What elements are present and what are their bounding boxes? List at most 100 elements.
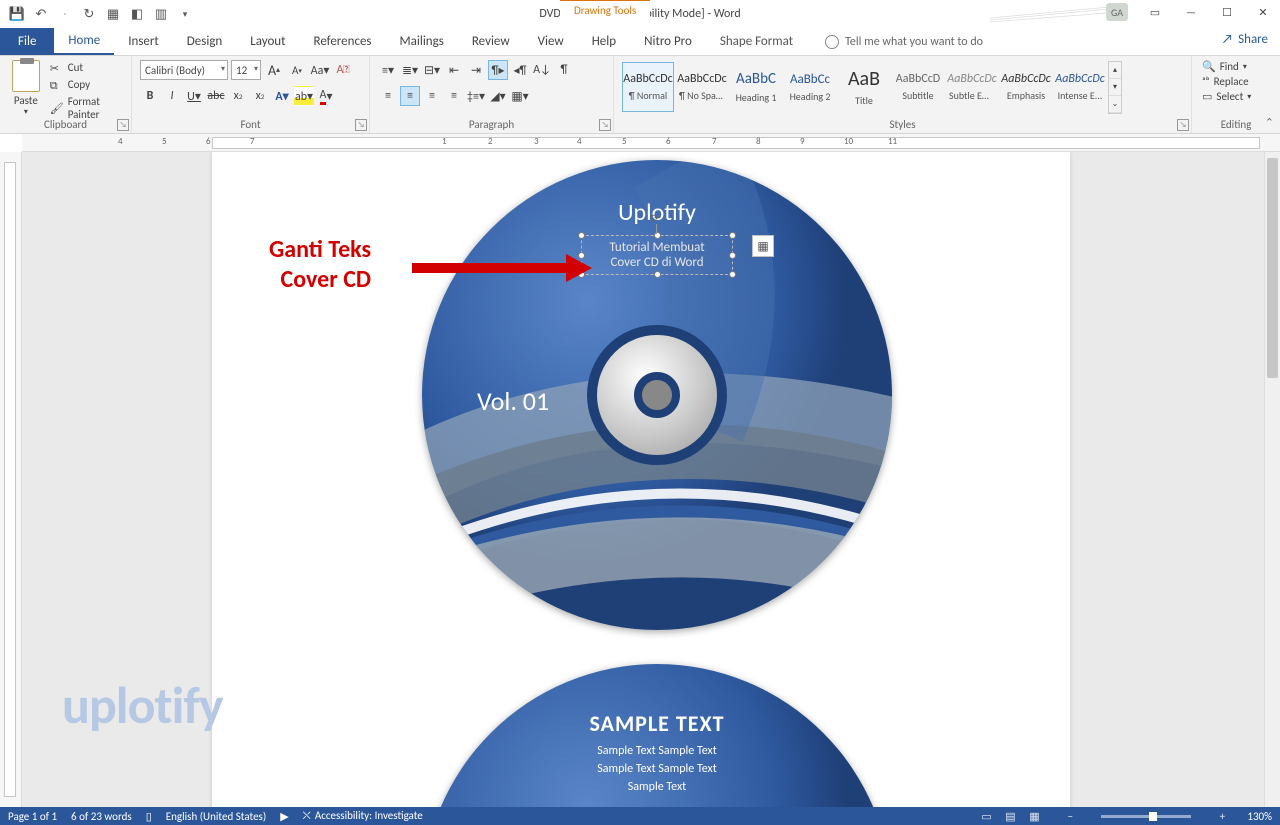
ribbon-display-icon[interactable]: ▭ <box>1138 0 1172 24</box>
underline-button[interactable]: U▾ <box>184 86 204 106</box>
style-normal[interactable]: AaBbCcDc¶ Normal <box>622 62 674 112</box>
paragraph-dialog-launcher[interactable]: ↘ <box>599 119 611 131</box>
selected-textbox[interactable]: Tutorial Membuat Cover CD di Word <box>581 235 733 275</box>
tab-references[interactable]: References <box>300 28 386 55</box>
highlight-button[interactable]: ab▾ <box>294 86 314 106</box>
status-proofing-icon[interactable]: ▯ <box>146 810 152 823</box>
numbering-button[interactable]: ≣▾ <box>400 60 420 80</box>
font-size-combo[interactable]: 12▾ <box>231 60 261 80</box>
style-subtitle[interactable]: AaBbCcDSubtitle <box>892 62 944 112</box>
align-left-button[interactable]: ≡ <box>378 86 398 106</box>
align-right-button[interactable]: ≡ <box>422 86 442 106</box>
maximize-button[interactable]: ☐ <box>1210 0 1244 24</box>
layout-options-button[interactable]: ▦ <box>752 235 774 257</box>
styles-scroll-down[interactable]: ▾ <box>1109 79 1121 96</box>
horizontal-ruler[interactable]: 45671234567891011 <box>22 134 1280 152</box>
tab-layout[interactable]: Layout <box>236 28 299 55</box>
clear-formatting-button[interactable]: A⃠ <box>333 60 353 80</box>
cut-button[interactable]: ✂Cut <box>48 60 123 75</box>
justify-button[interactable]: ≡ <box>444 86 464 106</box>
read-mode-button[interactable]: ▭ <box>975 809 997 823</box>
paste-button[interactable]: Paste ▾ <box>8 60 44 122</box>
resize-handle-bc[interactable] <box>654 271 661 278</box>
cd2-sample-lines[interactable]: Sample Text Sample Text Sample Text Samp… <box>597 742 717 796</box>
style-heading-1[interactable]: AaBbCHeading 1 <box>730 62 782 112</box>
cd2-title-text[interactable]: SAMPLE TEXT <box>589 710 724 737</box>
status-macro-icon[interactable]: ▶ <box>280 810 288 823</box>
document-area[interactable]: Uplotify Vol. 01 Tutorial Membuat Cover … <box>22 152 1264 807</box>
qat-item-2[interactable]: ◧ <box>126 3 148 25</box>
status-language[interactable]: English (United States) <box>166 810 266 823</box>
resize-handle-tl[interactable] <box>578 232 585 239</box>
style-subtle-emphasis[interactable]: AaBbCcDcSubtle Em... <box>946 62 998 112</box>
save-icon[interactable]: 💾 <box>6 3 28 25</box>
resize-handle-rc[interactable] <box>729 252 736 259</box>
style-emphasis[interactable]: AaBbCcDcEmphasis <box>1000 62 1052 112</box>
style-heading-2[interactable]: AaBbCcHeading 2 <box>784 62 836 112</box>
minimize-button[interactable]: — <box>1174 0 1208 24</box>
tab-insert[interactable]: Insert <box>114 28 173 55</box>
redo-icon[interactable]: ↻ <box>78 3 100 25</box>
vertical-scrollbar[interactable] <box>1264 152 1280 807</box>
collapse-ribbon-button[interactable]: ⌃ <box>1265 116 1274 129</box>
rtl-direction-button[interactable]: ◂¶ <box>510 60 530 80</box>
scrollbar-thumb[interactable] <box>1267 158 1278 378</box>
tab-mailings[interactable]: Mailings <box>386 28 458 55</box>
sort-button[interactable]: A↓ <box>532 60 552 80</box>
ltr-direction-button[interactable]: ¶▸ <box>488 60 508 80</box>
show-marks-button[interactable]: ¶ <box>554 60 574 80</box>
font-color-button[interactable]: A▾ <box>316 86 336 106</box>
shading-button[interactable]: ◢▾ <box>488 86 508 106</box>
styles-dialog-launcher[interactable]: ↘ <box>1177 119 1189 131</box>
align-center-button[interactable]: ≡ <box>400 86 420 106</box>
qat-item-1[interactable]: ▦ <box>102 3 124 25</box>
tab-nitro-pro[interactable]: Nitro Pro <box>630 28 706 55</box>
status-page[interactable]: Page 1 of 1 <box>8 810 57 823</box>
cd-label-2[interactable]: SAMPLE TEXT Sample Text Sample Text Samp… <box>422 664 892 807</box>
multilevel-list-button[interactable]: ⊟▾ <box>422 60 442 80</box>
tab-design[interactable]: Design <box>173 28 236 55</box>
resize-handle-tr[interactable] <box>729 232 736 239</box>
decrease-indent-button[interactable]: ⇤ <box>444 60 464 80</box>
user-avatar[interactable]: GA <box>1106 3 1128 21</box>
styles-more[interactable]: ⌄ <box>1109 96 1121 113</box>
text-effects-button[interactable]: A▾ <box>272 86 292 106</box>
clipboard-dialog-launcher[interactable]: ↘ <box>117 119 129 131</box>
print-layout-button[interactable]: ▤ <box>999 809 1021 823</box>
copy-button[interactable]: ⧉Copy <box>48 77 123 92</box>
increase-indent-button[interactable]: ⇥ <box>466 60 486 80</box>
superscript-button[interactable]: x2 <box>250 86 270 106</box>
styles-scroll-up[interactable]: ▴ <box>1109 62 1121 79</box>
font-name-combo[interactable]: Calibri (Body)▾ <box>140 60 228 80</box>
tab-help[interactable]: Help <box>578 28 630 55</box>
style-title[interactable]: AaBTitle <box>838 62 890 112</box>
rotate-handle[interactable] <box>652 214 662 224</box>
subscript-button[interactable]: x2 <box>228 86 248 106</box>
bold-button[interactable]: B <box>140 86 160 106</box>
replace-button[interactable]: ᵃᵇReplace <box>1200 75 1272 88</box>
zoom-out-button[interactable]: − <box>1059 809 1081 823</box>
style-intense-emphasis[interactable]: AaBbCcDcIntense E... <box>1054 62 1106 112</box>
resize-handle-br[interactable] <box>729 271 736 278</box>
find-button[interactable]: 🔍Find▾ <box>1200 60 1272 73</box>
change-case-button[interactable]: Aa▾ <box>310 60 330 80</box>
tell-me-search[interactable]: Tell me what you want to do <box>825 28 983 55</box>
tab-shape-format[interactable]: Shape Format <box>706 28 807 55</box>
italic-button[interactable]: I <box>162 86 182 106</box>
select-button[interactable]: ▭Select▾ <box>1200 90 1272 103</box>
tab-review[interactable]: Review <box>458 28 524 55</box>
share-button[interactable]: ↗ Share <box>1222 32 1268 47</box>
status-words[interactable]: 6 of 23 words <box>71 810 132 823</box>
close-button[interactable]: ✕ <box>1246 0 1280 24</box>
grow-font-button[interactable]: A▴ <box>264 60 284 80</box>
vertical-ruler[interactable] <box>0 152 22 807</box>
style-no-spacing[interactable]: AaBbCcDc¶ No Spac... <box>676 62 728 112</box>
zoom-level[interactable]: 130% <box>1247 810 1272 823</box>
zoom-in-button[interactable]: + <box>1211 809 1233 823</box>
borders-button[interactable]: ▦▾ <box>510 86 530 106</box>
qat-item-3[interactable]: ▥ <box>150 3 172 25</box>
zoom-slider[interactable] <box>1101 815 1191 818</box>
tab-file[interactable]: File <box>0 28 54 55</box>
cd-label-1[interactable]: Uplotify Vol. 01 Tutorial Membuat Cover … <box>422 160 892 630</box>
cd-volume-text[interactable]: Vol. 01 <box>477 385 549 417</box>
